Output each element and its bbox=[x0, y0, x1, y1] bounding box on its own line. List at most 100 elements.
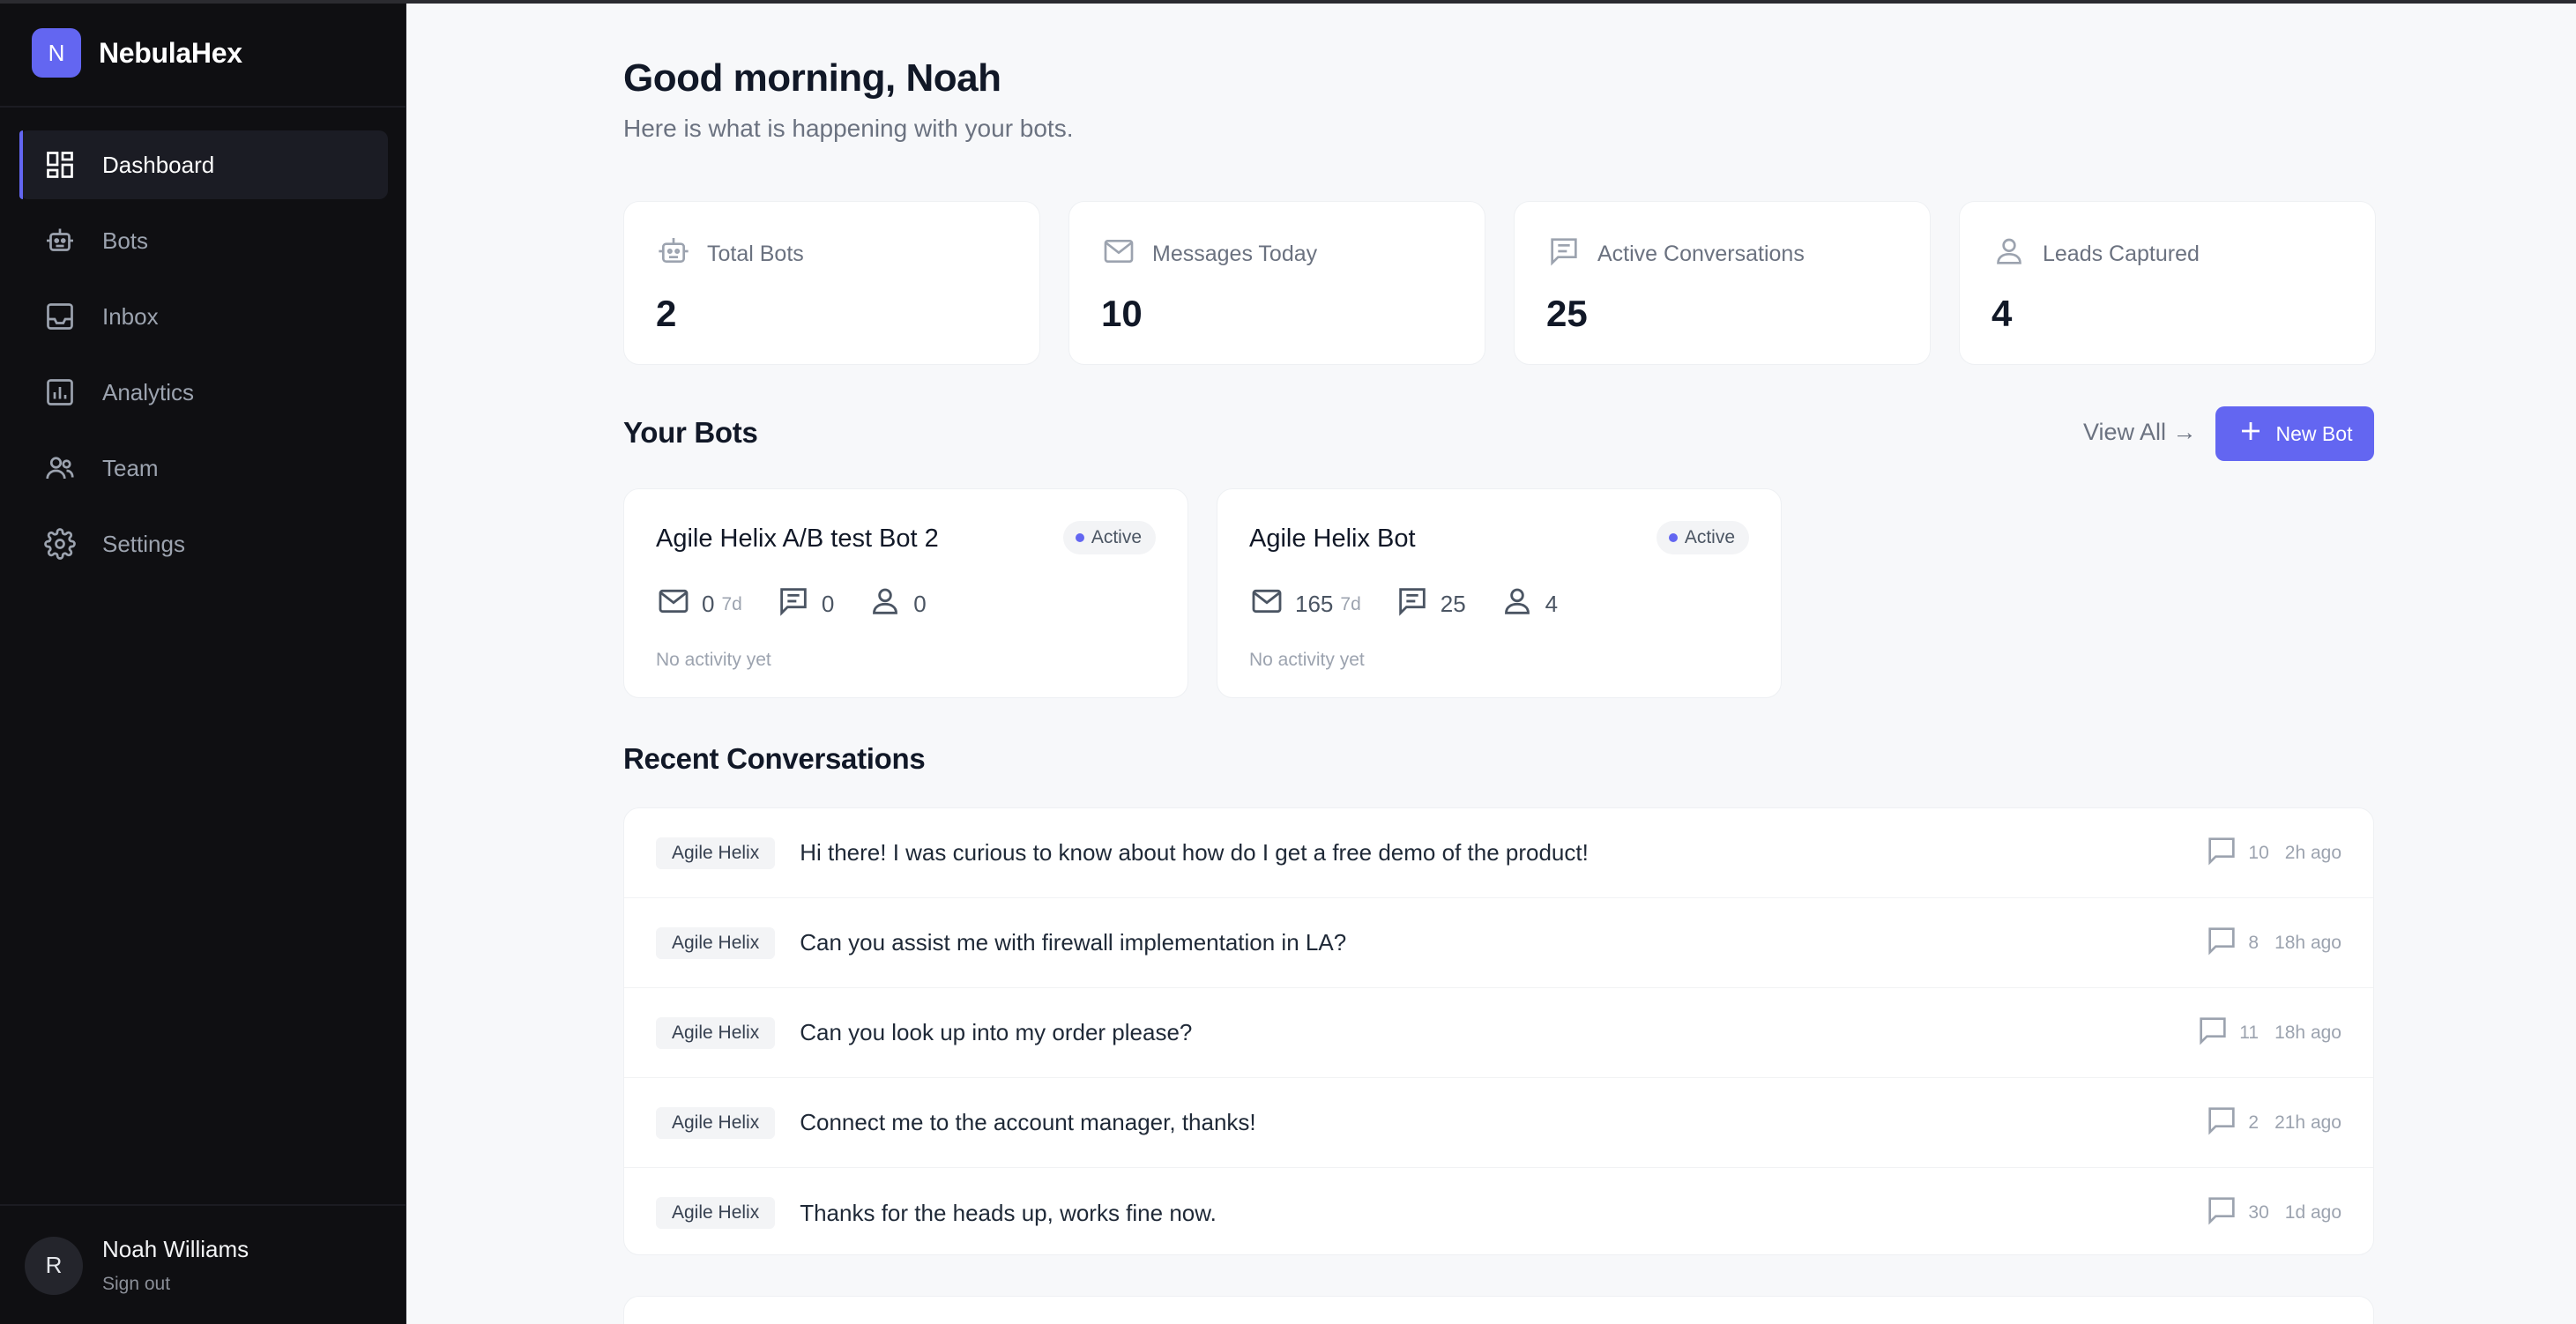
mail-icon bbox=[1249, 584, 1295, 625]
status-label: Active bbox=[1091, 527, 1142, 547]
message-count: 8 bbox=[2248, 932, 2260, 953]
metric-conversations: 0 bbox=[776, 584, 834, 625]
metric-period: 7d bbox=[721, 593, 742, 614]
your-bots-title: Your Bots bbox=[623, 416, 758, 449]
gear-icon bbox=[44, 528, 76, 560]
analytics-icon bbox=[44, 376, 76, 408]
recent-conversations-title: Recent Conversations bbox=[623, 742, 926, 775]
sidebar-item-settings[interactable]: Settings bbox=[19, 510, 388, 578]
stat-card-messages-today: Messages Today 10 bbox=[1068, 201, 1485, 365]
user-profile: R Noah Williams Sign out bbox=[25, 1236, 249, 1295]
stats-row: Total Bots 2 Messages Today 10 Active Co… bbox=[623, 201, 2376, 365]
brand-logo: N bbox=[32, 28, 81, 78]
bot-tag: Agile Helix bbox=[656, 837, 776, 869]
avatar[interactable]: R bbox=[25, 1236, 83, 1295]
bot-activity: No activity yet bbox=[1249, 650, 1365, 670]
sidebar-item-label: Bots bbox=[102, 227, 149, 254]
divider bbox=[0, 1204, 406, 1206]
bot-tag: Agile Helix bbox=[656, 1016, 776, 1049]
sidebar-item-label: Analytics bbox=[102, 378, 195, 405]
stat-label: Leads Captured bbox=[2043, 242, 2200, 266]
person-icon bbox=[867, 584, 913, 625]
new-bot-button[interactable]: New Bot bbox=[2215, 406, 2374, 461]
metric-value: 0 bbox=[821, 591, 835, 617]
stat-label: Total Bots bbox=[707, 242, 804, 266]
page-subtitle: Here is what is happening with your bots… bbox=[623, 115, 1074, 142]
next-section-card bbox=[623, 1296, 2374, 1324]
sidebar-item-inbox[interactable]: Inbox bbox=[19, 282, 388, 351]
conversation-preview: Can you look up into my order please? bbox=[800, 1019, 1193, 1045]
bots-grid: Agile Helix A/B test Bot 2 Active 0 7d 0… bbox=[623, 488, 1782, 698]
sidebar-item-dashboard[interactable]: Dashboard bbox=[19, 130, 388, 199]
message-count: 2 bbox=[2248, 1112, 2260, 1133]
sidebar-nav: Dashboard Bots Inbox Analytics Team Sett… bbox=[19, 130, 388, 585]
status-label: Active bbox=[1684, 527, 1735, 547]
message-count: 10 bbox=[2248, 842, 2269, 863]
bot-tag: Agile Helix bbox=[656, 1197, 776, 1229]
stat-card-leads-captured: Leads Captured 4 bbox=[1959, 201, 2376, 365]
stat-label: Active Conversations bbox=[1597, 242, 1805, 266]
conversation-preview: Hi there! I was curious to know about ho… bbox=[800, 839, 1589, 866]
message-bubble-icon bbox=[2204, 923, 2248, 963]
conversation-preview: Connect me to the account manager, thank… bbox=[800, 1109, 1256, 1135]
mail-icon bbox=[1101, 234, 1152, 275]
mail-icon bbox=[656, 584, 702, 625]
sign-out-link[interactable]: Sign out bbox=[102, 1274, 249, 1295]
metric-value: 0 bbox=[913, 591, 927, 617]
status-dot bbox=[1668, 533, 1678, 542]
metric-value: 165 bbox=[1295, 591, 1334, 617]
view-all-link[interactable]: View All → bbox=[2083, 419, 2197, 446]
chat-icon bbox=[776, 584, 822, 625]
timestamp: 2h ago bbox=[2284, 842, 2341, 863]
list-item[interactable]: Agile Helix Can you look up into my orde… bbox=[624, 988, 2373, 1078]
stat-value: 2 bbox=[656, 293, 677, 334]
status-dot bbox=[1075, 533, 1084, 542]
person-icon bbox=[1500, 584, 1545, 625]
bot-card[interactable]: Agile Helix A/B test Bot 2 Active 0 7d 0… bbox=[623, 488, 1188, 698]
bot-card[interactable]: Agile Helix Bot Active 165 7d 25 4 No ac… bbox=[1217, 488, 1782, 698]
robot-icon bbox=[44, 225, 76, 257]
stat-card-total-bots: Total Bots 2 bbox=[623, 201, 1040, 365]
robot-icon bbox=[656, 234, 707, 275]
list-item[interactable]: Agile Helix Connect me to the account ma… bbox=[624, 1078, 2373, 1168]
message-bubble-icon bbox=[2204, 833, 2248, 874]
sidebar-item-label: Inbox bbox=[102, 302, 159, 330]
recent-conversations-list: Agile Helix Hi there! I was curious to k… bbox=[623, 807, 2374, 1255]
bot-tag: Agile Helix bbox=[656, 926, 776, 959]
dashboard-icon bbox=[44, 149, 76, 181]
window-top-border bbox=[0, 0, 2576, 4]
metric-messages: 0 7d bbox=[656, 584, 742, 625]
timestamp: 1d ago bbox=[2284, 1202, 2341, 1223]
message-count: 30 bbox=[2248, 1202, 2269, 1223]
sidebar: N NebulaHex Dashboard Bots Inbox Analyti… bbox=[0, 0, 406, 1324]
person-icon bbox=[1992, 234, 2043, 275]
stat-card-active-conversations: Active Conversations 25 bbox=[1514, 201, 1931, 365]
metric-leads: 4 bbox=[1500, 584, 1558, 625]
user-name: Noah Williams bbox=[102, 1236, 249, 1262]
sidebar-item-label: Settings bbox=[102, 530, 185, 557]
metric-leads: 0 bbox=[867, 584, 927, 625]
brand-name: NebulaHex bbox=[99, 36, 242, 69]
stat-label: Messages Today bbox=[1152, 242, 1318, 266]
plus-icon bbox=[2237, 418, 2276, 450]
stat-value: 4 bbox=[1992, 293, 2013, 334]
conversation-preview: Can you assist me with firewall implemen… bbox=[800, 929, 1347, 956]
sidebar-item-team[interactable]: Team bbox=[19, 434, 388, 502]
chat-icon bbox=[1546, 234, 1597, 275]
team-icon bbox=[44, 452, 76, 484]
list-item[interactable]: Agile Helix Thanks for the heads up, wor… bbox=[624, 1168, 2373, 1254]
stat-value: 10 bbox=[1101, 293, 1143, 334]
metric-messages: 165 7d bbox=[1249, 584, 1361, 625]
brand[interactable]: N NebulaHex bbox=[32, 28, 242, 78]
message-bubble-icon bbox=[2204, 1193, 2248, 1233]
conversation-preview: Thanks for the heads up, works fine now. bbox=[800, 1199, 1217, 1226]
metric-value: 4 bbox=[1545, 591, 1559, 617]
message-bubble-icon bbox=[2204, 1103, 2248, 1143]
sidebar-item-analytics[interactable]: Analytics bbox=[19, 358, 388, 427]
sidebar-item-bots[interactable]: Bots bbox=[19, 206, 388, 275]
inbox-icon bbox=[44, 301, 76, 332]
sidebar-item-label: Team bbox=[102, 454, 159, 481]
list-item[interactable]: Agile Helix Hi there! I was curious to k… bbox=[624, 808, 2373, 898]
stat-value: 25 bbox=[1546, 293, 1588, 334]
list-item[interactable]: Agile Helix Can you assist me with firew… bbox=[624, 898, 2373, 988]
